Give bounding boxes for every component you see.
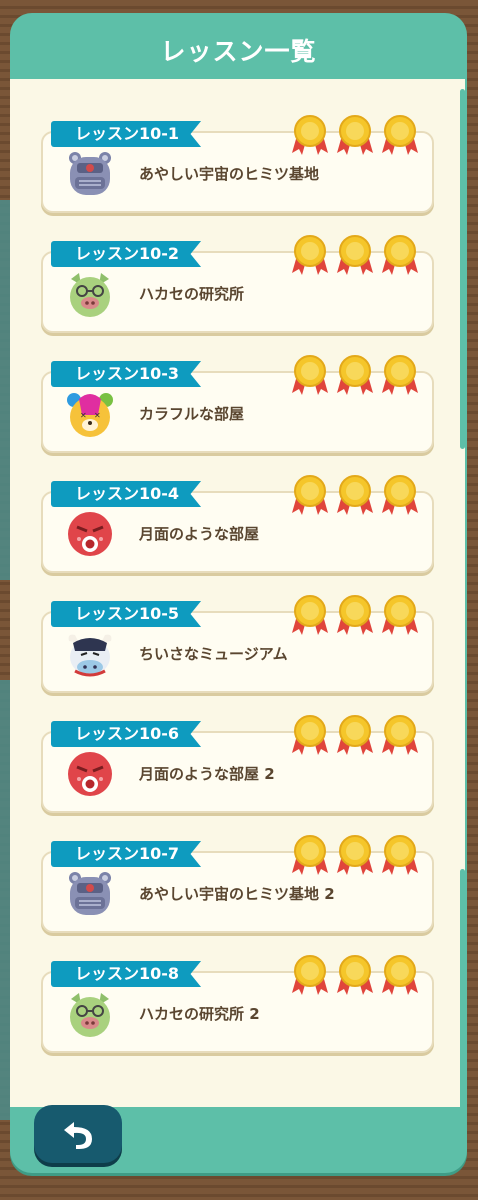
lesson-name: 月面のような部屋 bbox=[139, 525, 260, 543]
medal-row bbox=[292, 235, 418, 275]
gold-medal-icon bbox=[382, 955, 418, 995]
octopus-icon bbox=[68, 512, 112, 556]
lesson-list-panel: レッスン一覧 レッスン10-1 あやしい宇宙のヒミツ基地 レッスン10-2 ハカ… bbox=[10, 13, 467, 1173]
gold-medal-icon bbox=[292, 715, 328, 755]
medal-row bbox=[292, 955, 418, 995]
cow-icon bbox=[68, 634, 112, 677]
pig-icon bbox=[70, 993, 110, 1037]
lesson-card-10-5[interactable]: レッスン10-5 ちいさなミュージアム bbox=[41, 595, 434, 693]
footer-bar bbox=[10, 1105, 467, 1173]
robot-icon bbox=[69, 152, 111, 195]
medal-row bbox=[292, 595, 418, 635]
lesson-tag: レッスン10-7 bbox=[51, 841, 202, 867]
medal-row bbox=[292, 355, 418, 395]
scrollbar-lower bbox=[460, 869, 465, 1107]
page-title: レッスン一覧 bbox=[160, 37, 317, 66]
gold-medal-icon bbox=[292, 115, 328, 155]
robot-icon bbox=[69, 872, 111, 915]
gold-medal-icon bbox=[382, 595, 418, 635]
gold-medal-icon bbox=[337, 355, 373, 395]
lesson-card-10-2[interactable]: レッスン10-2 ハカセの研究所 bbox=[41, 235, 434, 333]
lesson-card-10-7[interactable]: レッスン10-7 あやしい宇宙のヒミツ基地 2 bbox=[41, 835, 434, 933]
gold-medal-icon bbox=[382, 115, 418, 155]
lesson-name: あやしい宇宙のヒミツ基地 bbox=[139, 165, 320, 183]
lesson-card-10-8[interactable]: レッスン10-8 ハカセの研究所 2 bbox=[41, 955, 434, 1053]
lesson-list[interactable]: レッスン10-1 あやしい宇宙のヒミツ基地 レッスン10-2 ハカセの研究所 レ… bbox=[10, 79, 465, 1107]
lesson-name: あやしい宇宙のヒミツ基地 2 bbox=[139, 885, 335, 903]
lesson-tag: レッスン10-1 bbox=[51, 121, 202, 147]
medal-row bbox=[292, 475, 418, 515]
lesson-tag: レッスン10-3 bbox=[51, 361, 202, 387]
gold-medal-icon bbox=[337, 235, 373, 275]
svg-text:✕: ✕ bbox=[94, 411, 101, 420]
gold-medal-icon bbox=[337, 835, 373, 875]
gold-medal-icon bbox=[337, 595, 373, 635]
lesson-card-10-3[interactable]: レッスン10-3 ✕ ✕ カラフルな部屋 bbox=[41, 355, 434, 453]
lesson-name: カラフルな部屋 bbox=[139, 405, 245, 423]
pig-icon bbox=[70, 273, 110, 317]
lesson-card-10-6[interactable]: レッスン10-6 月面のような部屋 2 bbox=[41, 715, 434, 813]
lesson-name: ちいさなミュージアム bbox=[139, 645, 288, 663]
gold-medal-icon bbox=[292, 595, 328, 635]
lesson-tag: レッスン10-2 bbox=[51, 241, 202, 267]
gold-medal-icon bbox=[382, 475, 418, 515]
lesson-tag: レッスン10-4 bbox=[51, 481, 202, 507]
lesson-name: ハカセの研究所 bbox=[139, 285, 245, 303]
lesson-tag: レッスン10-5 bbox=[51, 601, 202, 627]
back-arrow-icon bbox=[64, 1122, 92, 1149]
bear-icon: ✕ ✕ bbox=[67, 393, 113, 437]
gold-medal-icon bbox=[337, 115, 373, 155]
gold-medal-icon bbox=[382, 715, 418, 755]
gold-medal-icon bbox=[382, 355, 418, 395]
gold-medal-icon bbox=[292, 475, 328, 515]
lesson-card-10-4[interactable]: レッスン10-4 月面のような部屋 bbox=[41, 475, 434, 573]
medal-row bbox=[292, 115, 418, 155]
gold-medal-icon bbox=[292, 355, 328, 395]
medal-row bbox=[292, 715, 418, 755]
gold-medal-icon bbox=[337, 475, 373, 515]
gold-medal-icon bbox=[337, 955, 373, 995]
gold-medal-icon bbox=[382, 835, 418, 875]
octopus-icon bbox=[68, 752, 112, 796]
gold-medal-icon bbox=[337, 715, 373, 755]
svg-text:✕: ✕ bbox=[80, 411, 87, 420]
lesson-tag: レッスン10-6 bbox=[51, 721, 202, 747]
lesson-tag: レッスン10-8 bbox=[51, 961, 202, 987]
gold-medal-icon bbox=[292, 835, 328, 875]
gold-medal-icon bbox=[292, 955, 328, 995]
gold-medal-icon bbox=[382, 235, 418, 275]
lesson-card-10-1[interactable]: レッスン10-1 あやしい宇宙のヒミツ基地 bbox=[41, 115, 434, 213]
scrollbar[interactable] bbox=[460, 89, 465, 449]
lesson-name: ハカセの研究所 2 bbox=[139, 1005, 260, 1023]
gold-medal-icon bbox=[292, 235, 328, 275]
back-button[interactable] bbox=[34, 1105, 122, 1163]
medal-row bbox=[292, 835, 418, 875]
lesson-name: 月面のような部屋 2 bbox=[139, 765, 275, 783]
